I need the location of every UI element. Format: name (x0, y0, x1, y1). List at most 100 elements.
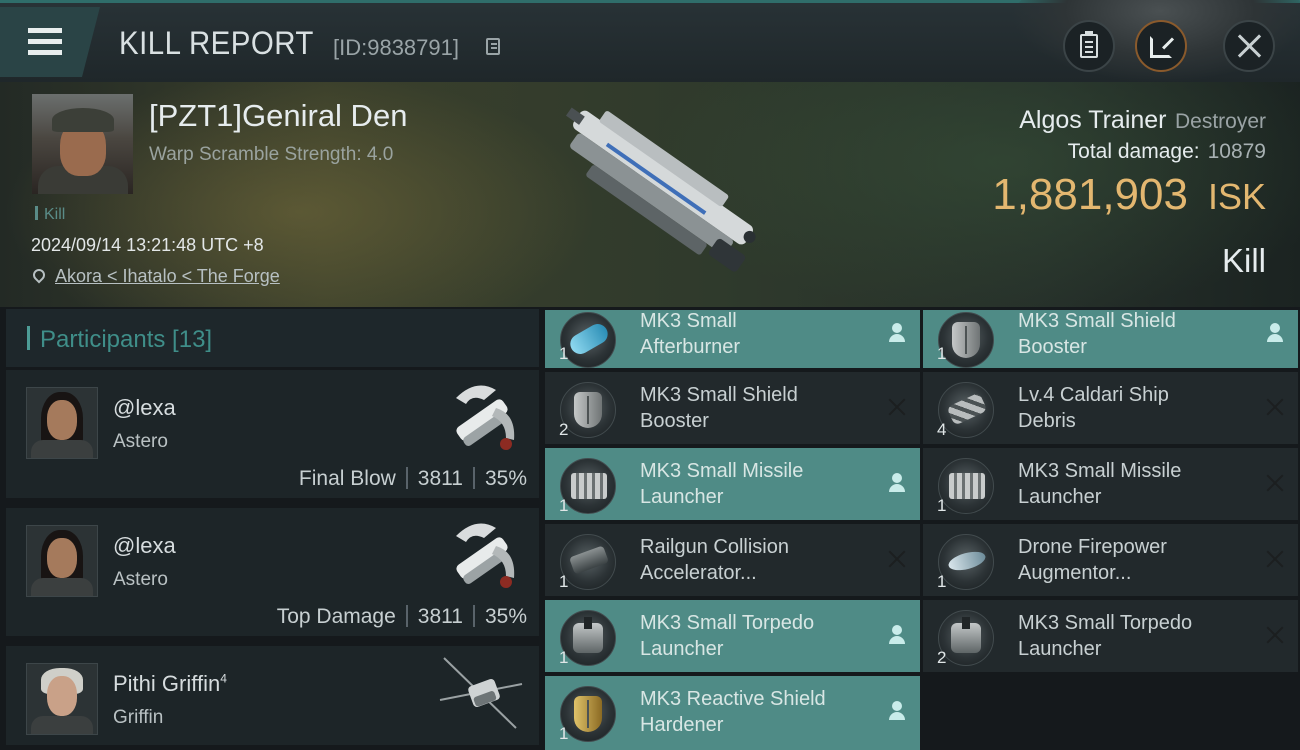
astero-ship-icon (456, 523, 515, 588)
isk-unit: ISK (1207, 176, 1266, 217)
module-quantity: 1 (559, 572, 569, 591)
module-quantity: 1 (559, 648, 569, 667)
module-item[interactable]: MK3 Small Torpedo Launcher 2 (923, 600, 1298, 672)
participant-percent: 35% (484, 605, 527, 628)
destroyed-icon (1264, 396, 1286, 418)
participant-damage: 3811 (417, 467, 463, 490)
participants-header: Participants [13] (6, 309, 539, 367)
module-quantity: 2 (559, 420, 569, 439)
fitted-icon (886, 624, 908, 646)
module-name: MK3 Small Missile Launcher (1018, 460, 1182, 508)
module-quantity: 1 (937, 572, 947, 591)
copy-icon[interactable] (486, 38, 500, 55)
module-name: Drone Firepower Augmentor... (1018, 536, 1167, 584)
participant-stats: Final Blow 3811 35% (299, 467, 527, 491)
module-item[interactable]: MK3 Small Shield Booster 2 (545, 372, 920, 444)
close-icon (1236, 33, 1262, 59)
torpedo-launcher-icon (951, 617, 981, 653)
ship-name: Algos Trainer (1019, 106, 1167, 134)
module-item[interactable]: Lv.4 Caldari Ship Debris 4 (923, 372, 1298, 444)
module-quantity: 1 (559, 496, 569, 515)
share-button[interactable] (1135, 20, 1187, 72)
module-quantity: 1 (559, 344, 569, 363)
participants-title: Participants [13] (40, 326, 213, 353)
victim-name[interactable]: [PZT1]Geniral Den (149, 98, 407, 134)
module-name: MK3 Reactive Shield Hardener (640, 688, 826, 736)
shield-booster-icon (574, 392, 602, 428)
participant-card[interactable]: Pithi Griffin4 Griffin (6, 646, 539, 750)
destroyed-icon (1264, 548, 1286, 570)
module-item[interactable]: MK3 Small Torpedo Launcher 1 (545, 600, 920, 672)
victim-banner: [PZT1]Geniral Den Warp Scramble Strength… (0, 82, 1300, 307)
participants-panel: Participants [13] @lexa Astero Final Blo… (6, 309, 539, 750)
participant-stats: Top Damage 3811 35% (277, 605, 527, 629)
participant-ship: Astero (113, 569, 168, 590)
participant-name: Pithi Griffin4 (113, 671, 227, 696)
ship-class: Destroyer (1174, 110, 1266, 133)
module-item[interactable]: MK3 Small Missile Launcher 1 (923, 448, 1298, 520)
fitted-icon (886, 472, 908, 494)
kill-timestamp: 2024/09/14 13:21:48 UTC +8 (31, 235, 264, 255)
module-name: MK3 Small Shield Booster (640, 384, 798, 432)
isk-loss: 1,881,903 ISK (992, 170, 1266, 220)
clipboard-icon (1080, 31, 1098, 58)
torpedo-launcher-icon (573, 617, 603, 653)
participant-card[interactable]: @lexa Astero Top Damage 3811 35% (6, 508, 539, 641)
title-bar: KILL REPORT [ID:9838791] (0, 0, 1300, 83)
module-name: MK3 Small Torpedo Launcher (640, 612, 815, 660)
participant-role: Final Blow (298, 467, 396, 490)
module-quantity: 2 (937, 648, 947, 667)
clipboard-button[interactable] (1063, 20, 1115, 72)
fitted-icon (886, 322, 908, 344)
module-quantity: 1 (559, 724, 569, 743)
victim-ship-type: Algos Trainer Destroyer (1019, 106, 1266, 135)
warp-scramble-strength: Warp Scramble Strength: 4.0 (149, 144, 394, 165)
share-icon (1150, 36, 1172, 58)
kill-tag: Kill (35, 206, 65, 224)
total-damage-value: 10879 (1207, 140, 1266, 163)
module-item[interactable]: Railgun Collision Accelerator... 1 (545, 524, 920, 596)
missile-launcher-icon (949, 473, 985, 499)
module-name: Railgun Collision Accelerator... (640, 536, 789, 584)
drone-augmentor-icon (946, 548, 988, 574)
afterburner-icon (566, 320, 612, 358)
page-title: KILL REPORT (119, 25, 314, 61)
destroyed-icon (886, 396, 908, 418)
astero-ship-icon (456, 385, 515, 450)
ship-debris-icon (946, 392, 988, 426)
total-damage: Total damage: 10879 (1068, 140, 1266, 164)
missile-launcher-icon (571, 473, 607, 499)
kill-location[interactable]: Akora < Ihatalo < The Forge (30, 266, 280, 287)
module-item[interactable]: MK3 Small Missile Launcher 1 (545, 448, 920, 520)
avatar[interactable] (26, 663, 98, 735)
destroyed-icon (1264, 472, 1286, 494)
kill-type: Kill (1221, 242, 1266, 279)
fitted-icon (886, 700, 908, 722)
module-item[interactable]: Drone Firepower Augmentor... 1 (923, 524, 1298, 596)
participant-damage: 3811 (417, 605, 463, 628)
module-name: Lv.4 Caldari Ship Debris (1018, 384, 1169, 432)
module-item[interactable]: MK3 Small Shield Booster 1 (923, 310, 1298, 368)
location-link[interactable]: Akora < Ihatalo < The Forge (55, 266, 280, 286)
module-name: MK3 Small Shield Booster (1018, 310, 1176, 358)
close-button[interactable] (1223, 20, 1275, 72)
module-quantity: 1 (937, 496, 947, 515)
victim-avatar[interactable] (32, 94, 133, 194)
module-name: MK3 Small Missile Launcher (640, 460, 804, 508)
destroyed-icon (1264, 624, 1286, 646)
module-quantity: 1 (937, 344, 947, 363)
location-pin-icon (30, 266, 48, 284)
griffin-ship-icon (439, 657, 523, 729)
victim-ship-render (565, 107, 756, 272)
menu-icon (28, 28, 62, 33)
railgun-icon (569, 545, 609, 575)
avatar[interactable] (26, 525, 98, 597)
isk-value: 1,881,903 (992, 170, 1188, 219)
participant-card[interactable]: @lexa Astero Final Blow 3811 35% (6, 370, 539, 503)
module-item[interactable]: MK3 Small Afterburner 1 (545, 310, 920, 368)
menu-button[interactable] (0, 7, 100, 77)
module-item[interactable]: MK3 Reactive Shield Hardener 1 (545, 676, 920, 750)
destroyed-icon (886, 548, 908, 570)
participant-ship: Astero (113, 431, 168, 452)
avatar[interactable] (26, 387, 98, 459)
